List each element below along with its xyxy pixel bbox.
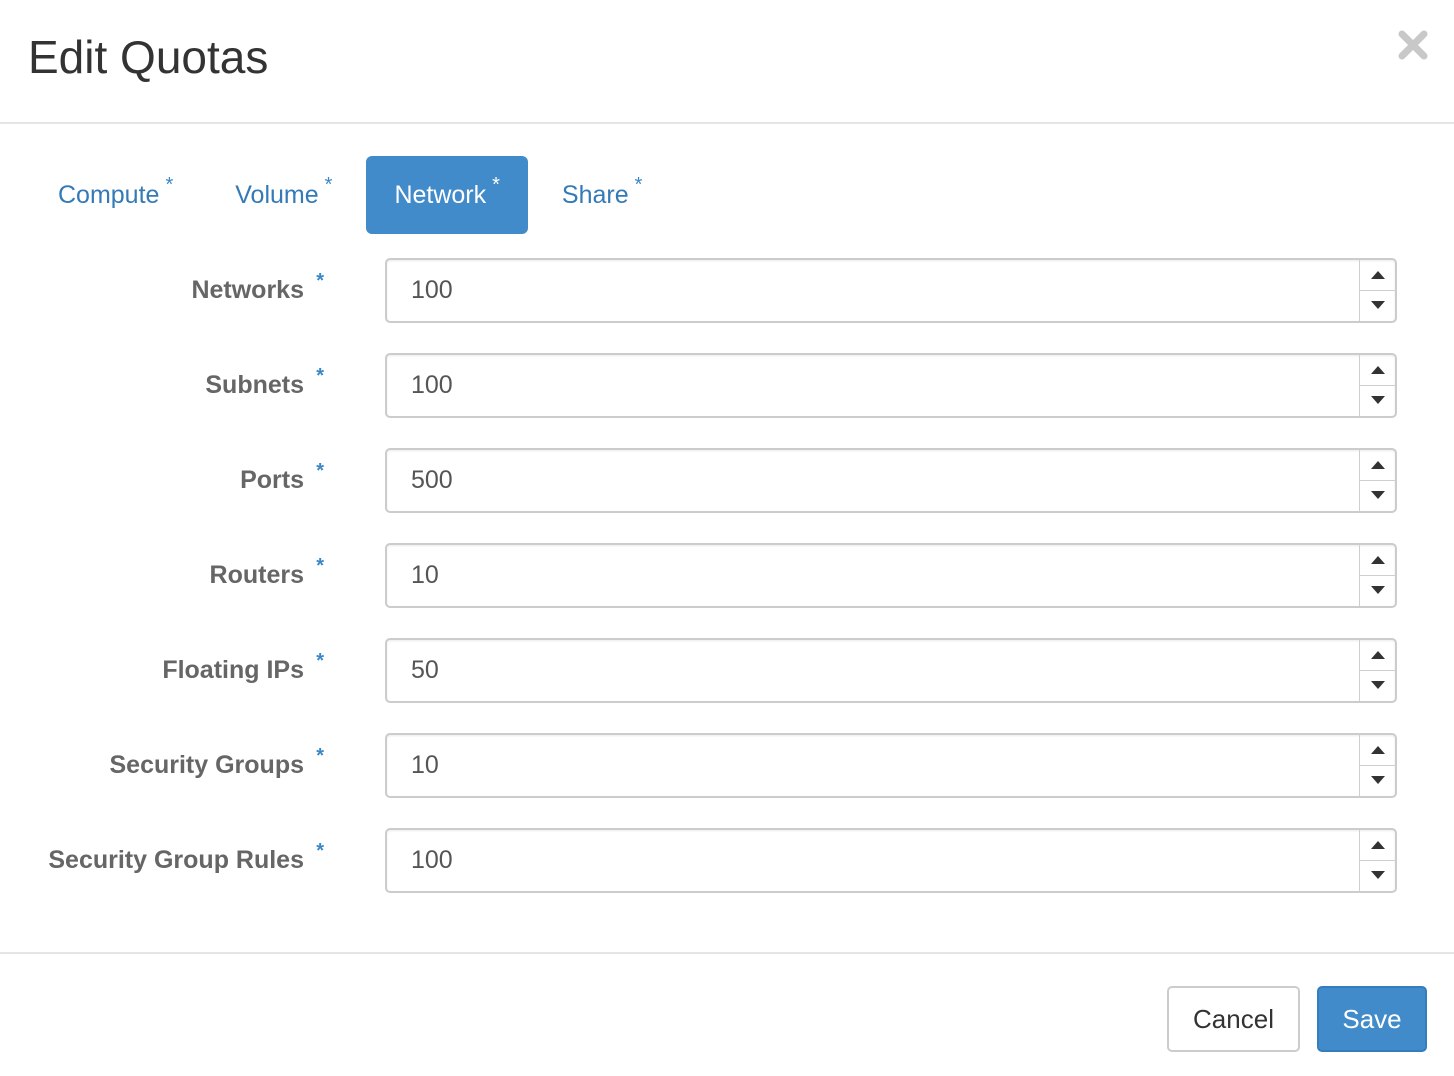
floating-ips-stepper bbox=[1359, 640, 1395, 701]
save-button[interactable]: Save bbox=[1317, 986, 1427, 1052]
increment-button[interactable] bbox=[1360, 260, 1395, 291]
close-icon bbox=[1398, 30, 1428, 60]
required-marker: * bbox=[316, 555, 324, 577]
tab-volume[interactable]: Volume * bbox=[207, 156, 360, 234]
subnets-input[interactable] bbox=[387, 355, 1357, 416]
form-row-floating-ips: Floating IPs * bbox=[0, 638, 1454, 733]
caret-up-icon bbox=[1370, 461, 1385, 469]
networks-input[interactable] bbox=[387, 260, 1357, 321]
decrement-button[interactable] bbox=[1360, 480, 1395, 510]
cancel-button[interactable]: Cancel bbox=[1167, 986, 1300, 1052]
caret-down-icon bbox=[1370, 586, 1385, 594]
tab-compute[interactable]: Compute * bbox=[30, 156, 201, 234]
required-marker: * bbox=[316, 650, 324, 672]
dialog-title: Edit Quotas bbox=[28, 31, 269, 83]
caret-down-icon bbox=[1370, 301, 1385, 309]
required-marker: * bbox=[492, 173, 500, 196]
security-group-rules-label: Security Group Rules * bbox=[48, 840, 324, 875]
caret-down-icon bbox=[1370, 491, 1385, 499]
decrement-button[interactable] bbox=[1360, 290, 1395, 320]
ports-label: Ports * bbox=[240, 460, 324, 495]
subnets-field-wrapper bbox=[385, 353, 1397, 418]
form-row-security-groups: Security Groups * bbox=[0, 733, 1454, 828]
decrement-button[interactable] bbox=[1360, 765, 1395, 795]
quota-tabs: Compute * Volume * Network * Share * bbox=[30, 156, 676, 234]
ports-input[interactable] bbox=[387, 450, 1357, 511]
caret-down-icon bbox=[1370, 681, 1385, 689]
subnets-label: Subnets * bbox=[205, 365, 324, 400]
routers-stepper bbox=[1359, 545, 1395, 606]
form-row-networks: Networks * bbox=[0, 258, 1454, 353]
tab-label: Volume bbox=[235, 180, 319, 209]
decrement-button[interactable] bbox=[1360, 385, 1395, 415]
caret-up-icon bbox=[1370, 556, 1385, 564]
routers-label: Routers * bbox=[209, 555, 324, 590]
security-groups-label: Security Groups * bbox=[109, 745, 325, 780]
dialog-footer: Cancel Save bbox=[0, 952, 1454, 1076]
floating-ips-field-wrapper bbox=[385, 638, 1397, 703]
routers-field-wrapper bbox=[385, 543, 1397, 608]
close-button[interactable] bbox=[1398, 30, 1428, 60]
security-group-rules-input[interactable] bbox=[387, 830, 1357, 891]
security-group-rules-stepper bbox=[1359, 830, 1395, 891]
required-marker: * bbox=[634, 173, 643, 196]
networks-label: Networks * bbox=[191, 270, 324, 305]
floating-ips-input[interactable] bbox=[387, 640, 1357, 701]
routers-input[interactable] bbox=[387, 545, 1357, 606]
caret-up-icon bbox=[1370, 841, 1385, 849]
field-label-text: Networks bbox=[191, 276, 304, 304]
increment-button[interactable] bbox=[1360, 545, 1395, 576]
form-row-routers: Routers * bbox=[0, 543, 1454, 638]
increment-button[interactable] bbox=[1360, 735, 1395, 766]
decrement-button[interactable] bbox=[1360, 575, 1395, 605]
increment-button[interactable] bbox=[1360, 640, 1395, 671]
dialog-header: Edit Quotas bbox=[0, 0, 1454, 124]
caret-up-icon bbox=[1370, 366, 1385, 374]
required-marker: * bbox=[324, 173, 333, 196]
caret-down-icon bbox=[1370, 871, 1385, 879]
caret-down-icon bbox=[1370, 396, 1385, 404]
field-label-text: Subnets bbox=[205, 371, 304, 399]
increment-button[interactable] bbox=[1360, 450, 1395, 481]
form-row-ports: Ports * bbox=[0, 448, 1454, 543]
required-marker: * bbox=[316, 365, 324, 387]
caret-up-icon bbox=[1370, 651, 1385, 659]
decrement-button[interactable] bbox=[1360, 860, 1395, 890]
subnets-stepper bbox=[1359, 355, 1395, 416]
caret-down-icon bbox=[1370, 776, 1385, 784]
required-marker: * bbox=[316, 460, 324, 482]
required-marker: * bbox=[165, 173, 174, 196]
increment-button[interactable] bbox=[1360, 355, 1395, 386]
form-row-security-group-rules: Security Group Rules * bbox=[0, 828, 1454, 923]
security-groups-stepper bbox=[1359, 735, 1395, 796]
security-group-rules-field-wrapper bbox=[385, 828, 1397, 893]
field-label-text: Security Groups bbox=[109, 751, 305, 779]
field-label-text: Security Group Rules bbox=[48, 846, 304, 874]
floating-ips-label: Floating IPs * bbox=[162, 650, 324, 685]
decrement-button[interactable] bbox=[1360, 670, 1395, 700]
tab-label: Compute bbox=[58, 180, 160, 209]
tab-label: Share bbox=[561, 180, 629, 209]
networks-stepper bbox=[1359, 260, 1395, 321]
ports-stepper bbox=[1359, 450, 1395, 511]
caret-up-icon bbox=[1370, 746, 1385, 754]
field-label-text: Routers bbox=[209, 561, 304, 589]
required-marker: * bbox=[316, 745, 324, 767]
tab-network[interactable]: Network * bbox=[366, 156, 528, 234]
tab-share[interactable]: Share * bbox=[534, 156, 671, 234]
field-label-text: Floating IPs bbox=[162, 656, 304, 684]
ports-field-wrapper bbox=[385, 448, 1397, 513]
security-groups-input[interactable] bbox=[387, 735, 1357, 796]
required-marker: * bbox=[316, 270, 324, 292]
required-marker: * bbox=[316, 840, 324, 862]
caret-up-icon bbox=[1370, 271, 1385, 279]
tab-label: Network bbox=[394, 180, 487, 209]
edit-quotas-dialog: Edit Quotas Compute * Volume * Network *… bbox=[0, 0, 1454, 1076]
field-label-text: Ports bbox=[240, 466, 304, 494]
networks-field-wrapper bbox=[385, 258, 1397, 323]
network-quota-form: Networks * Subnets * bbox=[0, 258, 1454, 923]
increment-button[interactable] bbox=[1360, 830, 1395, 861]
security-groups-field-wrapper bbox=[385, 733, 1397, 798]
form-row-subnets: Subnets * bbox=[0, 353, 1454, 448]
